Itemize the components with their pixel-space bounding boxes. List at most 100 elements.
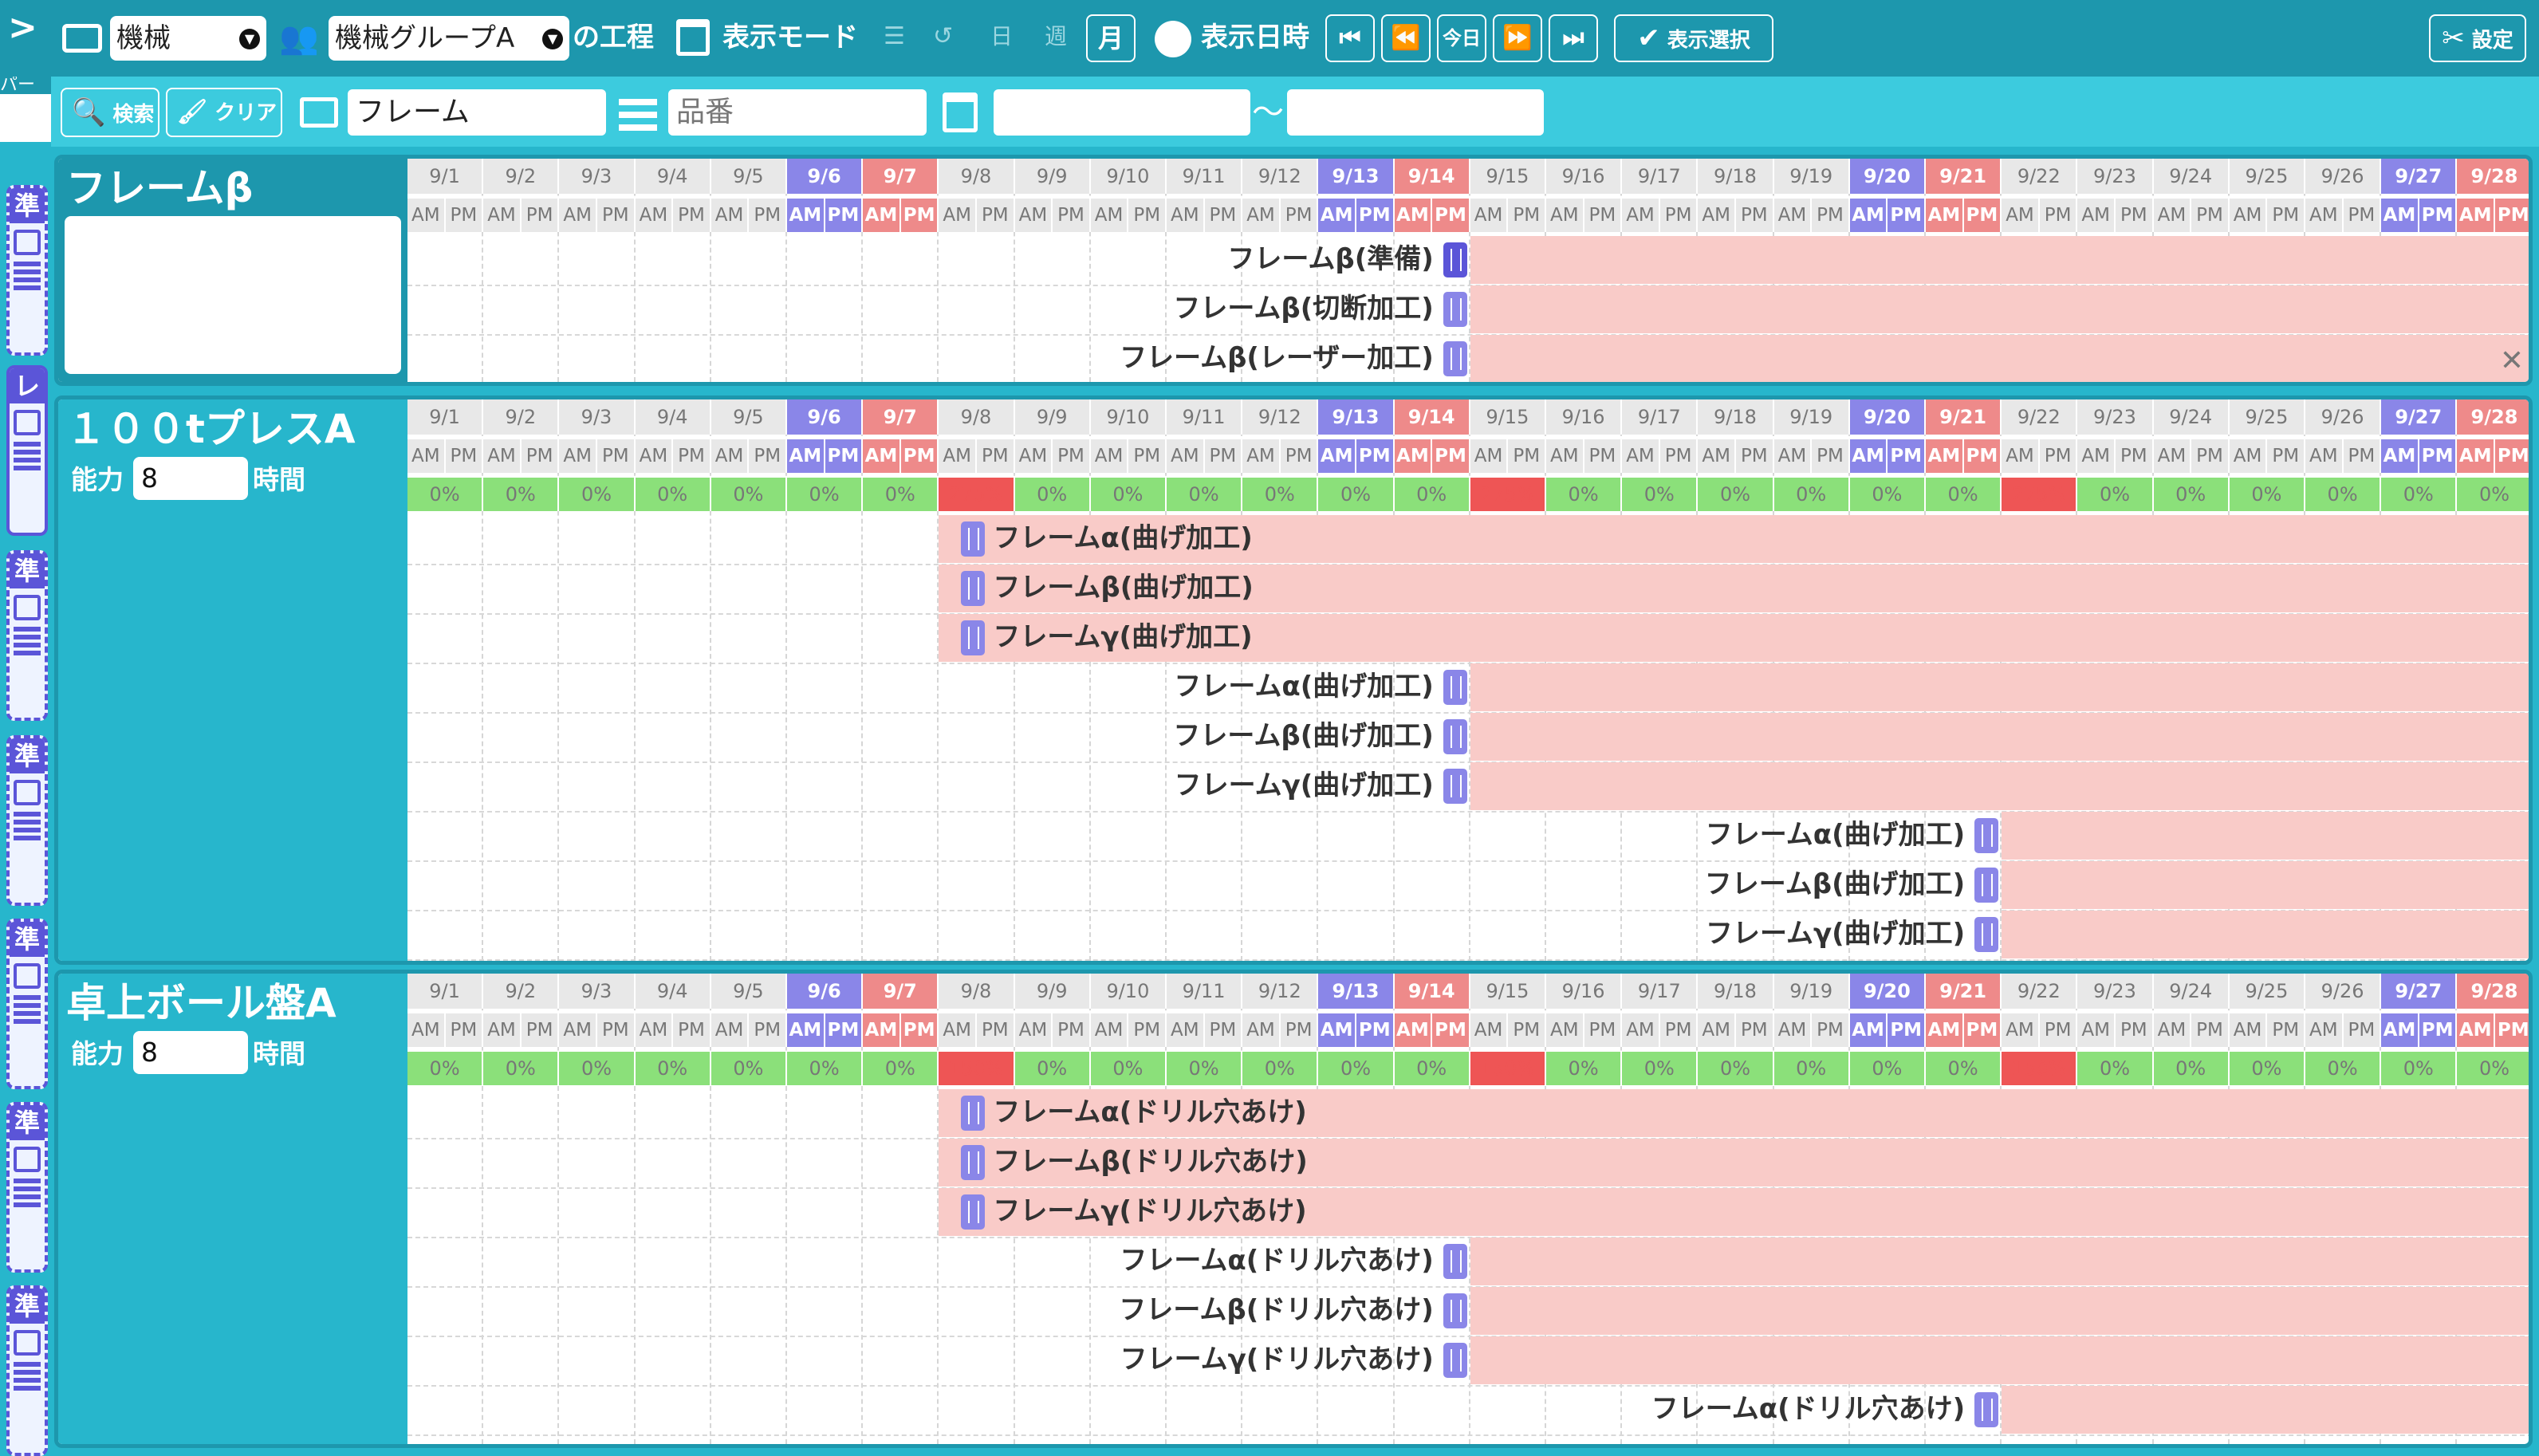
load-percentage: 0%	[1318, 1052, 1395, 1085]
task-card[interactable]: 準	[6, 1285, 48, 1456]
am-header: AM	[2229, 199, 2268, 232]
date-header: 9/18	[1698, 159, 1774, 194]
task-card[interactable]: 準	[6, 1102, 48, 1273]
settings-button[interactable]: ✂ 設定	[2429, 14, 2526, 62]
row-divider	[407, 384, 2533, 385]
prev-page-button[interactable]: ⏪	[1381, 14, 1431, 62]
task-card[interactable]: レ	[6, 365, 48, 536]
target-type-select[interactable]: 機械 ▼	[110, 16, 266, 61]
capacity-input[interactable]: 8	[133, 1031, 248, 1074]
task-drag-handle[interactable]	[961, 1096, 986, 1131]
task-drag-handle[interactable]	[961, 1145, 986, 1180]
task-drag-handle[interactable]	[1443, 1343, 1467, 1378]
mode-week-button[interactable]: 週	[1045, 19, 1067, 54]
task-drag-handle[interactable]	[1443, 242, 1467, 277]
brush-icon: 🖌	[177, 98, 208, 126]
today-button[interactable]: 今日	[1437, 14, 1486, 62]
load-percentage: 0%	[1090, 1052, 1167, 1085]
schedule-grid: 9/1 AM PM 9/2 AM PM 9/3 AM PM 9/4 AM PM 9/5 AM PM 9/6 AM…	[407, 159, 2533, 385]
task-drag-handle[interactable]	[961, 1194, 986, 1230]
box-icon	[14, 595, 41, 620]
am-header: AM	[1090, 199, 1129, 232]
task-drag-handle[interactable]	[1974, 917, 1999, 952]
pm-header: PM	[1356, 199, 1395, 232]
next-page-button[interactable]: ⏩	[1493, 14, 1542, 62]
task-drag-handle[interactable]	[1443, 670, 1467, 705]
pm-header: PM	[1508, 199, 1546, 232]
task-card[interactable]: 準	[6, 919, 48, 1089]
am-header: AM	[2077, 1013, 2116, 1047]
date-header: 9/15	[1470, 159, 1546, 194]
date-header: 9/8	[939, 399, 1015, 435]
mode-month-button[interactable]: 月	[1086, 14, 1136, 62]
list-icon	[14, 442, 41, 474]
load-percentage: 0%	[407, 478, 484, 511]
load-percentage: 0%	[1926, 478, 2002, 511]
task-drag-handle[interactable]	[1974, 818, 1999, 853]
task-drag-handle[interactable]	[961, 521, 986, 557]
pm-header: PM	[2267, 439, 2305, 473]
date-header: 9/10	[1090, 159, 1167, 194]
memo-area[interactable]	[65, 216, 401, 374]
date-header: 9/12	[1242, 159, 1319, 194]
task-card[interactable]: 準	[6, 185, 48, 356]
pm-header: PM	[2495, 1013, 2529, 1047]
task-drag-handle[interactable]	[961, 620, 986, 655]
mode-list-icon[interactable]: ☰	[884, 19, 905, 54]
pm-header: PM	[1204, 439, 1243, 473]
date-header: 9/2	[483, 399, 560, 435]
capacity-input[interactable]: 8	[133, 457, 248, 500]
am-header: AM	[2381, 439, 2419, 473]
task-drag-handle[interactable]	[1443, 719, 1467, 754]
am-header: AM	[407, 199, 446, 232]
pm-header: PM	[1128, 1013, 1167, 1047]
date-header: 9/19	[1773, 159, 1850, 194]
task-label: フレームβ(切断加工)	[1173, 293, 1434, 325]
pm-header: PM	[2191, 199, 2230, 232]
product-input[interactable]: フレーム	[348, 89, 606, 136]
task-card[interactable]: 準	[6, 550, 48, 721]
clear-button[interactable]: 🖌 クリア	[166, 88, 282, 137]
close-icon[interactable]: ✕	[2500, 347, 2524, 376]
pm-header: PM	[2419, 1013, 2458, 1047]
part-number-input[interactable]: 品番	[668, 89, 927, 136]
task-drag-handle[interactable]	[1443, 292, 1467, 327]
date-header: 9/14	[1394, 974, 1470, 1009]
am-header: AM	[2077, 439, 2116, 473]
task-label: フレームα(曲げ加工)	[993, 522, 1253, 554]
task-card[interactable]: 準	[6, 735, 48, 906]
date-header: 9/1	[407, 974, 484, 1009]
task-drag-handle[interactable]	[1974, 1392, 1999, 1427]
date-header: 9/7	[863, 974, 939, 1009]
task-drag-handle[interactable]	[1974, 868, 1999, 903]
task-drag-handle[interactable]	[1443, 1293, 1467, 1328]
last-page-button[interactable]: ⏭	[1549, 14, 1598, 62]
load-percentage: 0%	[2153, 1052, 2230, 1085]
chevron-down-icon: ▼	[542, 29, 563, 49]
first-page-button[interactable]: ⏮	[1325, 14, 1375, 62]
date-from-input[interactable]	[994, 89, 1250, 136]
mode-day-button[interactable]: 日	[990, 19, 1013, 54]
schedule-grid: 9/1 AM PM 9/2 AM PM 9/3 AM PM 9/4 AM PM 9/5 AM PM 9/6 AM…	[407, 974, 2529, 1444]
sidebar-toggle-chevron-icon[interactable]: >	[8, 8, 40, 48]
display-select-button[interactable]: ✔ 表示選択	[1614, 14, 1773, 62]
task-drag-handle[interactable]	[1443, 1244, 1467, 1279]
pm-header: PM	[445, 439, 484, 473]
date-header: 9/1	[407, 159, 484, 194]
am-header: AM	[1773, 199, 1813, 232]
task-drag-handle[interactable]	[961, 571, 986, 606]
am-header: AM	[1546, 1013, 1584, 1047]
date-to-input[interactable]	[1287, 89, 1544, 136]
pm-header: PM	[2343, 1013, 2382, 1047]
group-select[interactable]: 機械グループA ▼	[329, 16, 569, 61]
task-drag-handle[interactable]	[1443, 341, 1467, 376]
date-header: 9/15	[1470, 399, 1546, 435]
search-button[interactable]: 🔍 検索	[61, 88, 159, 137]
capacity-unit: 時間	[253, 1038, 305, 1069]
date-header: 9/6	[787, 399, 864, 435]
pm-header: PM	[749, 199, 787, 232]
am-header: AM	[1849, 1013, 1888, 1047]
task-drag-handle[interactable]	[1443, 769, 1467, 804]
mode-history-icon[interactable]: ↺	[933, 19, 953, 54]
load-percentage: 0%	[2229, 478, 2305, 511]
